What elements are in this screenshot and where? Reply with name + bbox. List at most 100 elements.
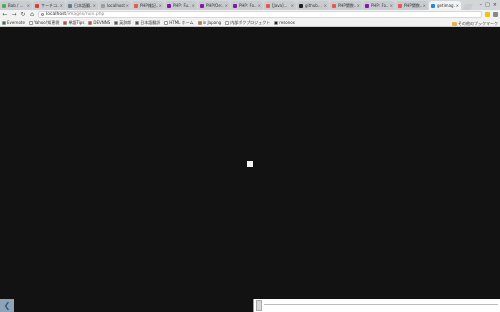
bookmark-label: Yahoo!知恵袋 [33,19,60,25]
browser-tab[interactable]: github... × [297,1,329,10]
tab-close-icon[interactable]: × [357,3,360,8]
tab-close-icon[interactable]: × [291,3,294,8]
tab-favicon-icon [332,3,336,8]
page-info-icon[interactable] [41,13,44,16]
tab-favicon-icon [200,3,204,8]
browser-tab[interactable]: [Java]... × [264,1,296,10]
browser-tab[interactable]: PHP: Fo... × [231,1,263,10]
bookmarks-bar: Evernote Yahoo!知恵袋 単語Tips DEVNNS 英辞郎 日本語翻訳 HTM… [0,19,500,27]
bookmark-item[interactable]: 単語Tips [63,20,84,26]
bookmark-item[interactable]: Yahoo!知恵袋 [28,19,60,26]
browser-tab[interactable]: localhost × [99,1,131,10]
bookmark-item[interactable]: Evernote [2,20,25,25]
bookmark-label: 内部ボクプロジェクト [230,19,271,25]
browser-tab[interactable]: Bab / ... × [0,1,32,10]
bookmark-favicon-icon [135,20,140,25]
tab-close-icon[interactable]: × [390,3,393,8]
browser-tab[interactable]: PHP関数...× [330,1,362,10]
home-button[interactable]: ⌂ [29,10,35,19]
tab-favicon-icon [101,3,105,8]
maximize-button[interactable]: □ [485,2,490,8]
bookmark-favicon-icon [197,20,202,25]
bookmark-item[interactable]: HTML ホーム [164,19,194,26]
bookmark-item[interactable]: DEVNNS [88,20,110,25]
bookmark-label: 日本語翻訳 [140,19,161,25]
tab-title: Bab / ... [8,3,24,8]
back-button[interactable]: ← [2,10,8,19]
bookmark-label: DEVNNS [93,20,111,25]
tab-close-icon[interactable]: × [159,3,162,8]
tab-title: PHP: Fu... [173,3,191,8]
menu-icon[interactable] [493,12,498,17]
bookmark-item[interactable]: in Japang [197,20,222,25]
bottom-panel [253,299,500,312]
bookmark-item[interactable]: 内部ボクプロジェクト [225,20,270,26]
panel-handle[interactable] [256,300,262,311]
browser-tab[interactable]: PHP: Fo... × [363,1,395,10]
tab-title: 日本語翻... [74,2,92,8]
bookmark-item[interactable]: 日本語翻訳 [135,20,160,26]
tab-title: PHP: Fo... [371,3,389,8]
tab-close-icon[interactable]: × [423,3,426,8]
bookmark-label: HTML ホーム [169,19,194,25]
tab-close-icon[interactable]: × [324,3,327,8]
tab-close-icon[interactable]: × [27,3,30,8]
tab-favicon-icon [35,3,39,8]
bookmark-label: in Japang [202,20,222,25]
bookmark-favicon-icon [274,20,279,25]
rendered-pixel [247,161,253,167]
browser-tab[interactable]: PHP雑記...× [132,1,164,10]
tab-favicon-icon [68,3,72,8]
tab-close-icon[interactable]: × [258,3,261,8]
tab-title: PHP: Fo... [239,3,257,8]
bookmark-label: 単語Tips [68,19,85,25]
bookmark-favicon-icon [63,20,68,25]
close-window-button[interactable]: × [493,2,497,8]
tab-favicon-icon [134,3,138,8]
tab-title: PHP/Oe:... [206,3,224,8]
browser-tab[interactable]: PHP/Oe:...× [198,1,230,10]
page-viewport [0,27,500,299]
tab-close-icon[interactable]: × [60,3,63,8]
tab-favicon-icon [167,3,171,8]
bookmark-item[interactable]: resonox [274,20,295,25]
reload-button[interactable]: ↻ [20,10,26,19]
tab-title: PHP雑記... [140,2,158,8]
forward-button[interactable]: → [11,10,17,19]
tab-close-icon[interactable]: × [456,3,459,8]
tab-favicon-icon [365,3,369,8]
bookmark-favicon-icon [114,20,119,25]
tab-close-icon[interactable]: × [93,3,96,8]
browser-tab[interactable]: 日本語翻...× [66,1,98,10]
browser-tab[interactable]: PHP関数...× [396,1,428,10]
tab-title: localhost [107,3,125,8]
tab-close-icon[interactable]: × [192,3,195,8]
tab-title: github... [305,3,322,8]
bookmark-favicon-icon [164,20,169,25]
tab-favicon-icon [266,3,270,8]
browser-tab[interactable]: PHP: Fu... × [165,1,197,10]
extension-icon[interactable] [485,12,490,17]
tab-title: getimag... [437,3,455,8]
folder-icon [452,22,457,26]
browser-toolbar: ← → ↻ ⌂ localhost /images/ruin.php [0,10,500,19]
bookmark-item[interactable]: 英辞郎 [114,20,131,26]
tab-favicon-icon [233,3,237,8]
start-button[interactable]: ❮ [0,299,14,312]
tab-close-icon[interactable]: × [225,3,228,8]
start-icon: ❮ [3,301,11,310]
tab-favicon-icon [431,3,435,8]
minimize-button[interactable]: – [480,2,483,8]
address-bar[interactable]: localhost /images/ruin.php [38,11,482,18]
browser-tab[interactable]: サーチコ...× [33,1,65,10]
tab-favicon-icon [299,3,303,8]
bookmark-label: 英辞郎 [119,19,132,25]
url-host: localhost [46,12,67,17]
window-controls: – □ × [478,0,500,10]
bookmark-label: Evernote [7,20,25,25]
tab-strip: Bab / ...×サーチコ...×日本語翻...×localhost×PHP雑… [0,0,500,10]
url-path: /images/ruin.php [66,12,105,17]
tab-title: [Java]... [272,3,288,8]
browser-tab[interactable]: getimag...× [429,1,461,10]
tab-close-icon[interactable]: × [126,3,129,8]
